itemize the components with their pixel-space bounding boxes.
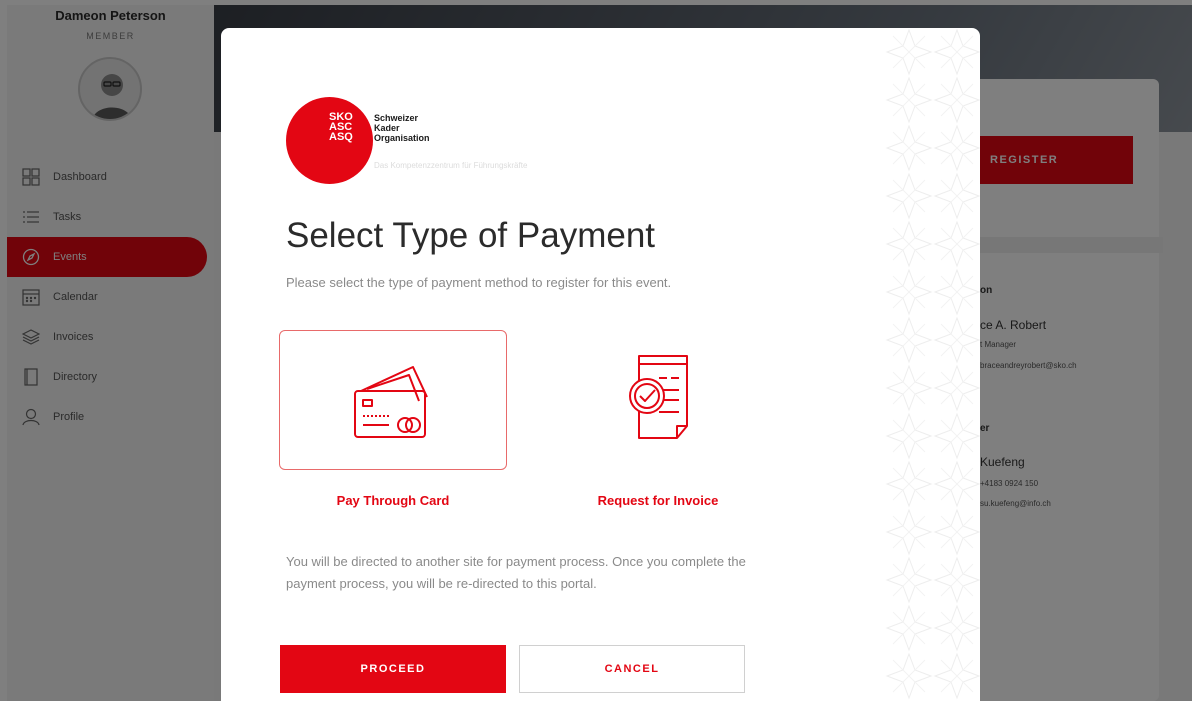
request-invoice-option[interactable] [544, 330, 772, 470]
proceed-button[interactable]: PROCEED [280, 645, 506, 693]
request-invoice-label[interactable]: Request for Invoice [544, 493, 772, 508]
logo-tagline: Das Kompetenzzentrum für Führungskräfte [374, 161, 528, 170]
credit-card-icon [343, 353, 443, 448]
modal-subtitle: Please select the type of payment method… [286, 275, 672, 290]
payment-type-modal: SKO ASC ASQ Schweizer Kader Organisation… [221, 28, 980, 701]
logo-mark: SKO ASC ASQ [329, 111, 353, 143]
pay-through-card-option[interactable] [279, 330, 507, 470]
pay-through-card-label[interactable]: Pay Through Card [279, 493, 507, 508]
invoice-check-icon [613, 348, 703, 453]
cancel-button[interactable]: CANCEL [519, 645, 745, 693]
sko-logo: SKO ASC ASQ [286, 97, 373, 184]
redirect-note: You will be directed to another site for… [286, 554, 746, 591]
logo-organisation-name: Schweizer Kader Organisation [374, 113, 430, 143]
modal-title: Select Type of Payment [286, 216, 656, 255]
decorative-pattern [885, 28, 980, 701]
